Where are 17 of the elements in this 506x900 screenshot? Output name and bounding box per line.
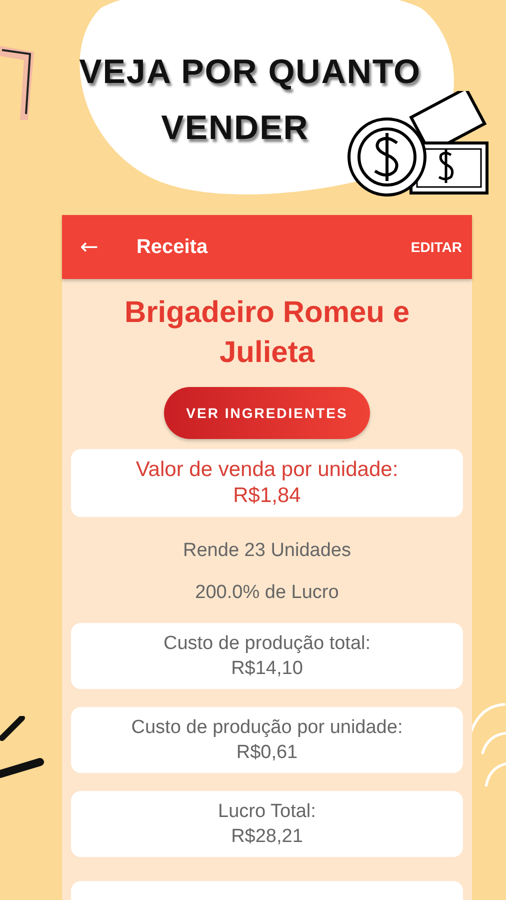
headline: VEJA POR QUANTO: [79, 52, 421, 92]
edit-button[interactable]: EDITAR: [410, 239, 462, 255]
recipe-title: Brigadeiro Romeu e Julieta: [123, 295, 411, 371]
headline: VENDER: [161, 108, 309, 148]
info-value: R$1,84: [233, 483, 301, 509]
info-value: R$14,10: [231, 657, 303, 681]
info-label: Custo de produção por unidade:: [131, 716, 403, 740]
info-label: Custo de produção total:: [163, 632, 371, 656]
info-text: 200.0% de Lucro: [195, 581, 339, 605]
ingredients-button[interactable]: VER INGREDIENTES: [164, 387, 370, 439]
info-label: Lucro Total:: [218, 800, 316, 824]
info-label: Valor de venda por unidade:: [136, 457, 398, 483]
back-button[interactable]: ←: [80, 234, 98, 260]
info-value: R$0,61: [236, 741, 298, 765]
screen-title: Receita: [136, 236, 209, 258]
info-value: R$28,21: [231, 825, 303, 849]
info-text: Rende 23 Unidades: [183, 539, 351, 563]
